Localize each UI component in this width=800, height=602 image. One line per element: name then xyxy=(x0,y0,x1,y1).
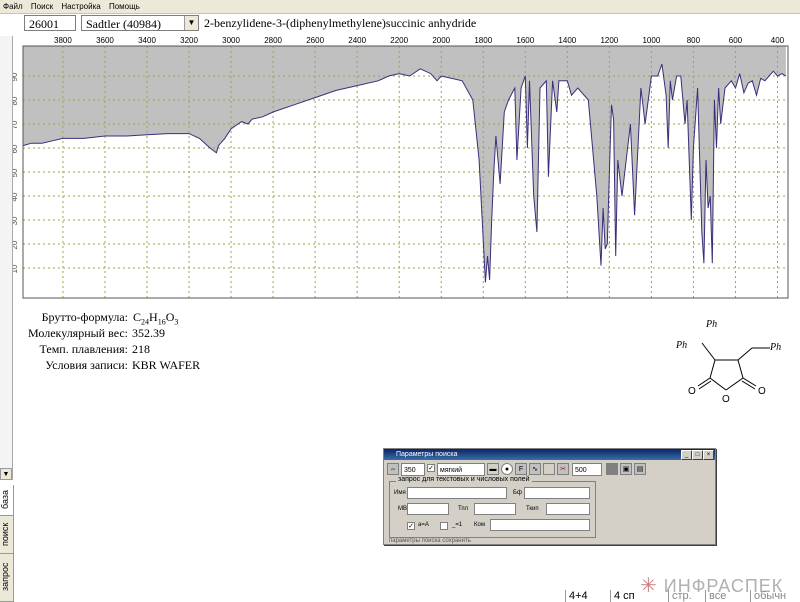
x-tick-label: 3200 xyxy=(180,36,198,45)
save-icon[interactable]: ▣ xyxy=(620,463,632,475)
x-tick-label: 3800 xyxy=(54,36,72,45)
dialog-title: Параметры поиска xyxy=(396,451,458,458)
x-tick-label: 1200 xyxy=(600,36,618,45)
menu-help[interactable]: Помощь xyxy=(106,0,143,13)
x-tick-label: 2400 xyxy=(348,36,366,45)
red-marker-icon[interactable]: ▬ xyxy=(487,463,499,475)
mode-select[interactable]: мягкий xyxy=(437,463,485,476)
x-tick-label: 1800 xyxy=(474,36,492,45)
menu-search[interactable]: Поиск xyxy=(28,0,56,13)
search-parameters-dialog: Параметры поиска _ □ × ⇔ 350 ✓ мягкий ▬ … xyxy=(383,448,716,545)
x-tick-label: 600 xyxy=(729,36,743,45)
tab-search[interactable]: поиск xyxy=(0,515,13,554)
property-label: Условия записи: xyxy=(45,358,128,372)
library-select[interactable]: Sadtler (40984) ▼ xyxy=(81,15,199,31)
case-label: a=A xyxy=(418,522,429,528)
tpl-label: Тпл xyxy=(458,506,469,512)
case-checkbox[interactable]: ✓ xyxy=(407,522,415,530)
minimize-icon[interactable]: _ xyxy=(681,450,692,460)
scissors-icon[interactable]: ✂ xyxy=(557,463,569,475)
compound-name: 2-benzylidene-3-(diphenylmethylene)succi… xyxy=(204,16,477,30)
name-input[interactable] xyxy=(407,487,507,499)
status-cell: стр. xyxy=(668,590,692,602)
phenyl-label: Ph xyxy=(769,342,781,353)
formula-value: C24H16O3 xyxy=(133,310,179,327)
x-tick-label: 1000 xyxy=(642,36,660,45)
vertical-scrollbar[interactable] xyxy=(0,36,13,480)
maximize-icon[interactable]: □ xyxy=(692,450,703,460)
tab-query[interactable]: запрос xyxy=(0,553,13,602)
close-icon[interactable]: × xyxy=(703,450,714,460)
stop-icon[interactable] xyxy=(606,463,618,475)
property-label: Молекулярный вес: xyxy=(28,326,128,340)
formula-input[interactable] xyxy=(524,487,590,499)
melting-point-input[interactable] xyxy=(474,503,516,515)
dialog-bottom-text: параметры поиска сохранить xyxy=(389,538,471,544)
vertical-tabs: база поиск запрос xyxy=(0,485,14,602)
x-tick-label: 800 xyxy=(687,36,701,45)
bf-label: Бф xyxy=(513,490,522,496)
count-field[interactable]: 350 xyxy=(401,463,425,476)
query-fields-group: запрос для текстовых и числовых полей Им… xyxy=(389,476,596,538)
chevron-down-icon[interactable]: ▼ xyxy=(184,16,198,30)
exact-label: _=1 xyxy=(452,522,463,528)
molecule-structure: Ph Ph Ph O O O xyxy=(675,319,781,405)
status-cell: обычн xyxy=(750,590,786,602)
x-tick-label: 1600 xyxy=(516,36,534,45)
property-label: Брутто-формула: xyxy=(41,310,128,324)
status-cell: 4 сп xyxy=(610,590,635,602)
property-label: Темп. плавления: xyxy=(39,342,128,356)
tkip-label: Ткип xyxy=(526,506,539,512)
x-tick-label: 3000 xyxy=(222,36,240,45)
exact-checkbox[interactable] xyxy=(440,522,448,530)
comment-label: Ком xyxy=(474,522,485,528)
x-tick-label: 2200 xyxy=(390,36,408,45)
menu-file[interactable]: Файл xyxy=(0,0,26,13)
mode-select-value: мягкий xyxy=(440,467,463,474)
phenyl-label: Ph xyxy=(705,319,717,330)
property-value: 352.39 xyxy=(132,326,165,340)
ir-spectrum-chart: 1020304050607080903800 3600 3400 3200 3000 28… xyxy=(10,36,789,299)
mw-label: МВ xyxy=(398,506,407,512)
limit-field[interactable]: 500 xyxy=(572,463,602,476)
name-label: Имя xyxy=(394,490,406,496)
library-select-value: Sadtler (40984) xyxy=(86,17,161,31)
tab-base[interactable]: база xyxy=(0,485,13,516)
group-label: запрос для текстовых и числовых полей xyxy=(396,476,532,483)
property-value: KBR WAFER xyxy=(132,358,201,372)
x-tick-label: 2800 xyxy=(264,36,282,45)
comment-input[interactable] xyxy=(490,519,590,531)
option-checkbox[interactable]: ✓ xyxy=(427,464,435,472)
status-cell: все xyxy=(705,590,726,602)
status-bar: 4+4 4 сп стр. все обычн xyxy=(565,590,800,602)
x-tick-label: 1400 xyxy=(558,36,576,45)
oxygen-label: O xyxy=(688,386,696,397)
mw-input[interactable] xyxy=(407,503,449,515)
dialog-title-bar[interactable]: Параметры поиска _ □ × xyxy=(384,449,715,460)
menu-bar: Файл Поиск Настройка Помощь xyxy=(0,0,800,14)
menu-settings[interactable]: Настройка xyxy=(58,0,103,13)
x-tick-label: 400 xyxy=(771,36,785,45)
x-tick-label: 2000 xyxy=(432,36,450,45)
range-icon[interactable]: ⇔ xyxy=(387,463,399,475)
status-cell: 4+4 xyxy=(565,590,588,602)
apply-icon[interactable]: ▤ xyxy=(634,463,646,475)
x-tick-label: 3400 xyxy=(138,36,156,45)
boiling-point-input[interactable] xyxy=(546,503,590,515)
spectrum-icon[interactable]: ∿ xyxy=(529,463,541,475)
scroll-down-arrow-icon[interactable]: ▼ xyxy=(0,468,12,480)
x-tick-label: 3600 xyxy=(96,36,114,45)
phenyl-label: Ph xyxy=(675,340,687,351)
property-value: 218 xyxy=(132,342,150,356)
oxygen-label: O xyxy=(758,386,766,397)
radio-option-icon[interactable]: ● xyxy=(501,463,513,475)
tool-icon[interactable] xyxy=(543,463,555,475)
x-tick-label: 2600 xyxy=(306,36,324,45)
record-id-field[interactable]: 26001 xyxy=(24,15,76,31)
filter-icon[interactable]: F xyxy=(515,463,527,475)
oxygen-label: O xyxy=(722,394,730,405)
